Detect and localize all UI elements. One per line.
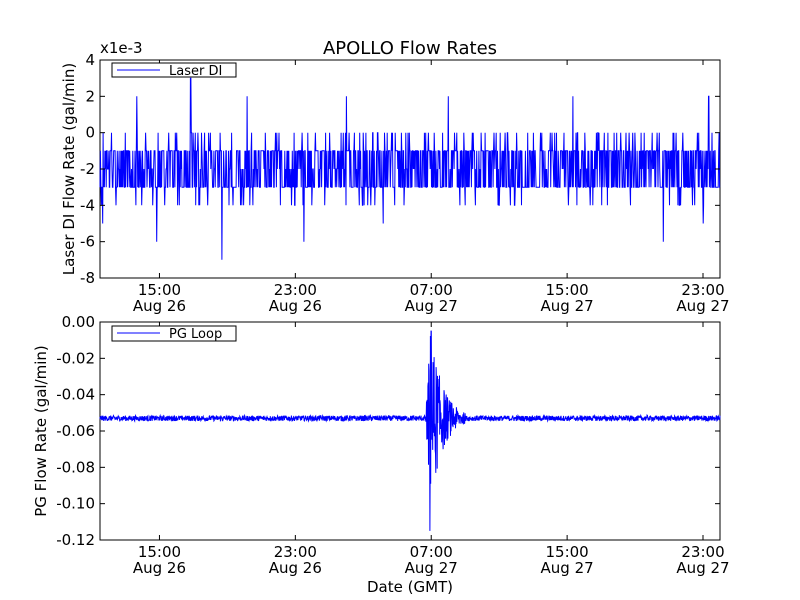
y-tick-label: -6 <box>80 233 95 251</box>
laser-di-panel: x1e-3 Laser DI Flow Rate (gal/min) 4 2 0 -2… <box>60 39 730 315</box>
x-tick-date-label: Aug 26 <box>133 297 186 315</box>
pg-loop-y-axis-label: PG Flow Rate (gal/min) <box>32 345 50 517</box>
y-tick-label: -0.02 <box>56 349 95 367</box>
pg-loop-plot-frame <box>99 321 721 541</box>
x-tick-date-label: Aug 27 <box>405 559 458 577</box>
y-tick-label: 2 <box>85 87 95 105</box>
laser-di-y-axis-label: Laser DI Flow Rate (gal/min) <box>60 63 78 275</box>
y-tick-label: -4 <box>80 196 95 214</box>
x-tick-date-label: Aug 26 <box>269 559 322 577</box>
y-tick-label: -0.06 <box>56 422 95 440</box>
x-tick-date-label: Aug 27 <box>541 297 594 315</box>
y-tick-label: 0 <box>85 124 95 142</box>
y-tick-label: -0.12 <box>56 531 95 549</box>
y-tick-label: -0.04 <box>56 386 95 404</box>
x-tick-date-label: Aug 26 <box>133 559 186 577</box>
x-tick-date-label: Aug 27 <box>676 297 729 315</box>
y-tick-label: -8 <box>80 269 95 287</box>
y-tick-label: -2 <box>80 160 95 178</box>
chart-title: APOLLO Flow Rates <box>323 38 497 59</box>
pg-loop-panel: PG Flow Rate (gal/min) 0.00 -0.02 -0.04 -0.… <box>32 313 730 577</box>
x-tick-date-label: Aug 27 <box>405 297 458 315</box>
x-axis-label: Date (GMT) <box>367 578 453 596</box>
pg-loop-legend-label: PG Loop <box>169 327 222 342</box>
laser-di-legend: Laser DI <box>111 62 237 79</box>
x-tick-date-label: Aug 27 <box>676 559 729 577</box>
x-tick-date-label: Aug 26 <box>269 297 322 315</box>
laser-di-legend-label: Laser DI <box>169 64 222 79</box>
y-tick-label: -0.08 <box>56 458 95 476</box>
y-tick-label: 4 <box>85 51 95 69</box>
pg-loop-legend: PG Loop <box>111 325 237 342</box>
laser-di-scale-note: x1e-3 <box>100 39 143 57</box>
flow-rates-figure: APOLLO Flow Rates x1e-3 Laser DI Flow Ra… <box>32 38 730 596</box>
y-tick-label: 0.00 <box>62 313 95 331</box>
y-tick-label: -0.10 <box>56 495 95 513</box>
x-tick-date-label: Aug 27 <box>541 559 594 577</box>
